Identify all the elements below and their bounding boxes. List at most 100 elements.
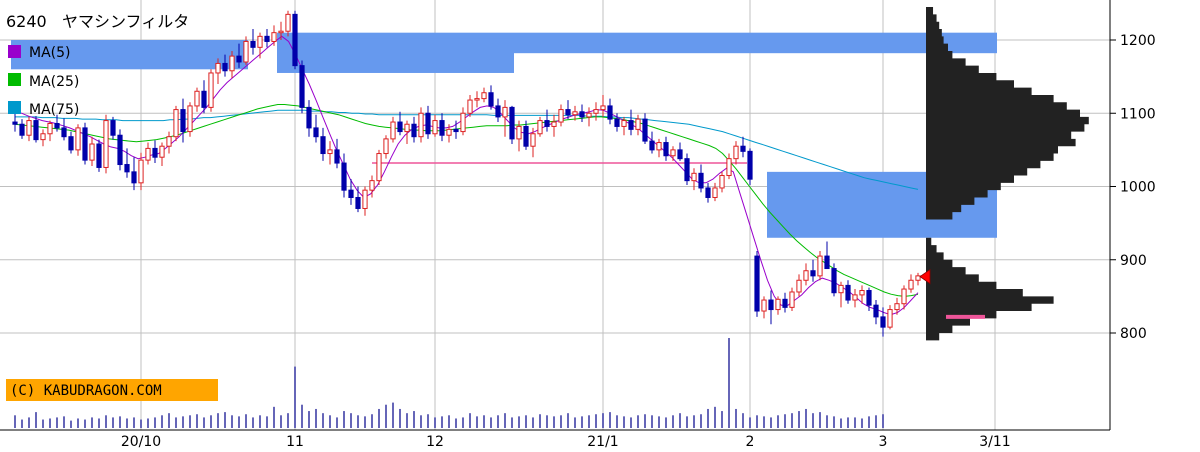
candle-body xyxy=(355,196,361,209)
candle xyxy=(292,10,298,70)
candle xyxy=(754,250,760,317)
candle xyxy=(299,60,305,114)
candle xyxy=(187,102,193,137)
candle-body xyxy=(404,123,410,133)
candle xyxy=(831,263,837,297)
candle-body xyxy=(747,150,753,180)
candle-body xyxy=(663,142,669,157)
candle-body xyxy=(866,290,872,306)
candle-body xyxy=(369,180,375,191)
candle-body xyxy=(705,187,711,198)
candle-body xyxy=(320,136,326,155)
candle-body xyxy=(285,13,291,32)
candle-body xyxy=(481,92,487,100)
candle-body xyxy=(719,175,725,189)
candle-body xyxy=(75,127,81,151)
candle-body xyxy=(817,255,823,277)
candle-body xyxy=(152,147,158,158)
candle-body xyxy=(656,142,662,151)
candle-body xyxy=(649,140,655,151)
candle-body xyxy=(691,172,697,182)
candle xyxy=(103,114,109,174)
candle-body xyxy=(845,284,851,301)
x-tick-label: 12 xyxy=(426,434,444,450)
candle-body xyxy=(278,30,284,34)
candle-body xyxy=(12,121,18,125)
legend-label-ma75: MA(75) xyxy=(29,102,79,118)
candle-body xyxy=(341,162,347,191)
candle-body xyxy=(614,118,620,127)
y-tick-label: 1200 xyxy=(1120,33,1156,49)
candle-body xyxy=(733,145,739,160)
candle-body xyxy=(754,255,760,312)
candle-body xyxy=(796,279,802,293)
x-tick-label: 3/11 xyxy=(979,434,1010,450)
legend-label-ma25: MA(25) xyxy=(29,74,79,90)
candle-body xyxy=(145,147,151,161)
candle-body xyxy=(222,62,228,72)
candle-body xyxy=(698,172,704,189)
candle-body xyxy=(390,121,396,140)
candle-body xyxy=(509,106,515,140)
candle-body xyxy=(383,138,389,155)
candle-body xyxy=(68,136,74,151)
x-tick-label: 21/1 xyxy=(587,434,618,450)
candle-body xyxy=(187,105,193,133)
chart-title: 6240 ヤマシンフィルタ xyxy=(6,12,189,31)
candle-body xyxy=(628,120,634,130)
candle-body xyxy=(229,55,235,72)
y-tick-label: 900 xyxy=(1120,253,1147,269)
candle-body xyxy=(768,299,774,311)
copyright-text: (C) KABUDRAGON.COM xyxy=(10,383,162,399)
candle-body xyxy=(635,118,641,130)
candle-body xyxy=(47,123,53,135)
candle-body xyxy=(502,106,508,118)
x-tick-label: 11 xyxy=(286,434,304,450)
candle-body xyxy=(432,120,438,135)
stock-code: 6240 xyxy=(6,12,47,31)
candle-body xyxy=(61,127,67,138)
candle-body xyxy=(411,123,417,138)
candle-body xyxy=(362,189,368,209)
candle xyxy=(117,129,123,171)
candle-body xyxy=(789,291,795,308)
candle-body xyxy=(194,90,200,107)
candle-body xyxy=(740,145,746,152)
candle-body xyxy=(54,123,60,129)
candle-body xyxy=(159,145,165,158)
candle-body xyxy=(782,298,788,308)
candle-body xyxy=(299,65,305,108)
candle-body xyxy=(495,105,501,118)
candle-body xyxy=(173,109,179,138)
candle-body xyxy=(523,125,529,147)
candle-body xyxy=(180,109,186,133)
candle-body xyxy=(873,304,879,318)
candle-body xyxy=(474,98,480,101)
candle-body xyxy=(684,158,690,182)
candle-body xyxy=(908,279,914,290)
candle-body xyxy=(243,40,249,63)
candle-body xyxy=(313,127,319,138)
candle-body xyxy=(82,127,88,161)
candle-body xyxy=(488,92,494,107)
candle-body xyxy=(558,109,564,123)
candle-body xyxy=(376,153,382,182)
candle-body xyxy=(418,112,424,138)
legend-swatch-ma75 xyxy=(8,101,21,114)
x-tick-label: 20/10 xyxy=(121,434,161,450)
candle-body xyxy=(761,299,767,312)
candle-body xyxy=(131,171,137,184)
candle-body xyxy=(257,35,263,48)
candle-body xyxy=(537,120,543,135)
candle-body xyxy=(26,120,32,136)
y-tick-label: 800 xyxy=(1120,326,1147,342)
candle xyxy=(173,105,179,142)
candle-body xyxy=(544,120,550,127)
candle-body xyxy=(901,288,907,305)
legend-swatch-ma25 xyxy=(8,73,21,86)
candle-body xyxy=(824,255,830,270)
candle-body xyxy=(607,105,613,120)
candle-body xyxy=(887,309,893,328)
candle-body xyxy=(208,72,214,108)
candle-body xyxy=(894,303,900,311)
